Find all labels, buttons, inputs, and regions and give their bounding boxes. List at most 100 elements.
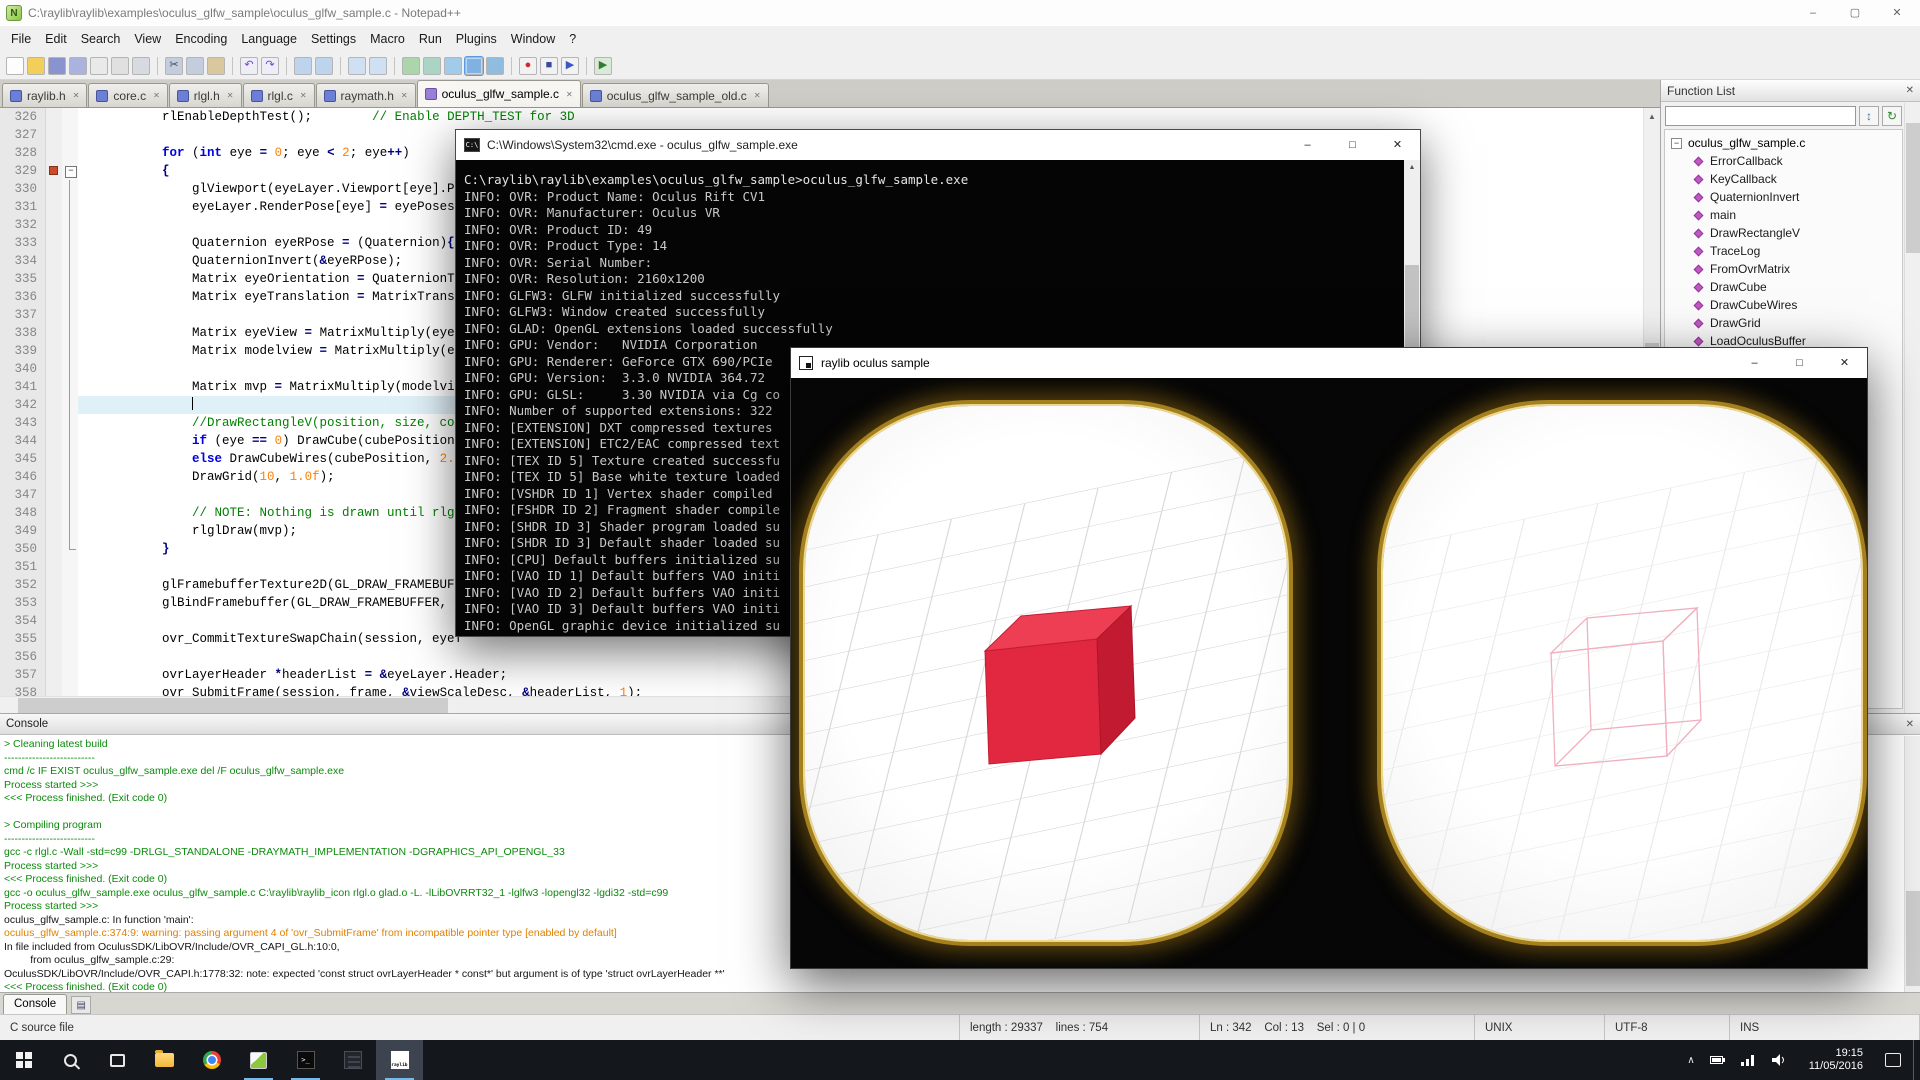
fold-margin[interactable] xyxy=(62,630,78,648)
taskbar-clock[interactable]: 19:15 11/05/2016 xyxy=(1799,1040,1873,1080)
zoom-in-icon[interactable] xyxy=(348,57,366,75)
bookmark-margin[interactable] xyxy=(46,414,62,432)
tray-expand-icon[interactable]: ∧ xyxy=(1687,1055,1694,1066)
menu-run[interactable]: Run xyxy=(412,28,449,50)
menu-file[interactable]: File xyxy=(4,28,38,50)
bookmark-margin[interactable] xyxy=(46,180,62,198)
new-file-icon[interactable] xyxy=(6,57,24,75)
bookmark-margin[interactable] xyxy=(46,468,62,486)
function-list-close-icon[interactable]: ✕ xyxy=(1906,85,1914,96)
bookmark-margin[interactable] xyxy=(46,360,62,378)
fold-margin[interactable] xyxy=(62,612,78,630)
network-icon[interactable] xyxy=(1741,1054,1757,1066)
bookmark-margin[interactable] xyxy=(46,396,62,414)
fold-margin[interactable] xyxy=(62,414,78,432)
tab-raymath.h[interactable]: raymath.h✕ xyxy=(316,83,416,107)
menu-macro[interactable]: Macro xyxy=(363,28,412,50)
bookmark-margin[interactable] xyxy=(46,504,62,522)
print-icon[interactable] xyxy=(132,57,150,75)
fold-margin[interactable] xyxy=(62,252,78,270)
bookmark-margin[interactable] xyxy=(46,558,62,576)
bookmark-margin[interactable] xyxy=(46,612,62,630)
task-view-button[interactable] xyxy=(94,1040,141,1080)
status-insert-mode[interactable]: INS xyxy=(1730,1015,1920,1040)
tab-close-icon[interactable]: ✕ xyxy=(300,91,307,100)
tab-rlgl.c[interactable]: rlgl.c✕ xyxy=(243,83,315,107)
cmd-maximize-button[interactable]: □ xyxy=(1330,130,1375,160)
bookmark-margin[interactable] xyxy=(46,432,62,450)
raylib-close-button[interactable]: ✕ xyxy=(1822,348,1867,378)
stop-macro-icon[interactable]: ■ xyxy=(540,57,558,75)
record-macro-icon[interactable]: ● xyxy=(519,57,537,75)
tab-core.c[interactable]: core.c✕ xyxy=(88,83,167,107)
bookmark-margin[interactable] xyxy=(46,594,62,612)
fold-margin[interactable] xyxy=(62,108,78,126)
bookmark-margin[interactable] xyxy=(46,630,62,648)
chrome-icon[interactable] xyxy=(188,1040,235,1080)
collapse-icon[interactable]: − xyxy=(1671,138,1682,149)
fold-margin[interactable] xyxy=(62,126,78,144)
zoom-out-icon[interactable] xyxy=(369,57,387,75)
paste-icon[interactable] xyxy=(207,57,225,75)
maximize-button[interactable]: ▢ xyxy=(1834,0,1876,26)
menu-plugins[interactable]: Plugins xyxy=(449,28,504,50)
fold-margin[interactable] xyxy=(62,162,78,180)
function-list-item[interactable]: FromOvrMatrix xyxy=(1665,260,1902,278)
function-list-item[interactable]: main xyxy=(1665,206,1902,224)
menu-view[interactable]: View xyxy=(127,28,168,50)
bookmark-margin[interactable] xyxy=(46,288,62,306)
function-list-item[interactable]: DrawRectangleV xyxy=(1665,224,1902,242)
battery-icon[interactable] xyxy=(1710,1055,1726,1065)
bookmark-margin[interactable] xyxy=(46,126,62,144)
fold-margin[interactable] xyxy=(62,360,78,378)
save-all-icon[interactable] xyxy=(69,57,87,75)
close-button[interactable]: ✕ xyxy=(1876,0,1918,26)
bookmark-margin[interactable] xyxy=(46,198,62,216)
bookmark-margin[interactable] xyxy=(46,666,62,684)
fold-margin[interactable] xyxy=(62,396,78,414)
cut-icon[interactable]: ✂ xyxy=(165,57,183,75)
notepadpp-titlebar[interactable]: N C:\raylib\raylib\examples\oculus_glfw_… xyxy=(0,0,1920,26)
cmd-titlebar[interactable]: C:\ C:\Windows\System32\cmd.exe - oculus… xyxy=(456,130,1420,160)
pinned-app-icon[interactable] xyxy=(329,1040,376,1080)
tab-rlgl.h[interactable]: rlgl.h✕ xyxy=(169,83,242,107)
function-list-item[interactable]: DrawCube xyxy=(1665,278,1902,296)
play-macro-icon[interactable]: ▶ xyxy=(561,57,579,75)
tab-oculus_glfw_sample_old.c[interactable]: oculus_glfw_sample_old.c✕ xyxy=(582,83,769,107)
fold-margin[interactable] xyxy=(62,432,78,450)
bookmark-margin[interactable] xyxy=(46,270,62,288)
fold-margin[interactable] xyxy=(62,198,78,216)
tab-close-icon[interactable]: ✕ xyxy=(566,90,573,99)
bookmark-margin[interactable] xyxy=(46,486,62,504)
menu-window[interactable]: Window xyxy=(504,28,562,50)
function-list-item[interactable]: DrawCubeWires xyxy=(1665,296,1902,314)
file-explorer-icon[interactable] xyxy=(141,1040,188,1080)
menu-language[interactable]: Language xyxy=(234,28,304,50)
bookmark-margin[interactable] xyxy=(46,162,62,180)
fold-margin[interactable] xyxy=(62,594,78,612)
fold-margin[interactable] xyxy=(62,306,78,324)
raylib-taskbar-icon[interactable]: raylib xyxy=(376,1040,423,1080)
status-encoding[interactable]: UTF-8 xyxy=(1605,1015,1730,1040)
fold-margin[interactable] xyxy=(62,486,78,504)
reload-icon[interactable]: ↻ xyxy=(1882,106,1902,126)
raylib-titlebar[interactable]: raylib oculus sample – □ ✕ xyxy=(791,348,1867,378)
close-all-icon[interactable] xyxy=(111,57,129,75)
minimize-button[interactable]: – xyxy=(1792,0,1834,26)
fold-margin[interactable] xyxy=(62,216,78,234)
function-list-item[interactable]: KeyCallback xyxy=(1665,170,1902,188)
console-secondary-icon[interactable]: ▤ xyxy=(71,996,91,1014)
bookmark-margin[interactable] xyxy=(46,540,62,558)
bookmark-margin[interactable] xyxy=(46,216,62,234)
raylib-maximize-button[interactable]: □ xyxy=(1777,348,1822,378)
cmd-scroll-up-icon[interactable]: ▲ xyxy=(1404,160,1420,175)
bookmark-margin[interactable] xyxy=(46,684,62,696)
fold-margin[interactable] xyxy=(62,468,78,486)
tab-close-icon[interactable]: ✕ xyxy=(401,91,408,100)
doc-map-icon[interactable] xyxy=(486,57,504,75)
fold-margin[interactable] xyxy=(62,684,78,696)
cmd-close-button[interactable]: ✕ xyxy=(1375,130,1420,160)
indent-guide-icon[interactable] xyxy=(444,57,462,75)
action-center-button[interactable] xyxy=(1873,1040,1913,1080)
tab-close-icon[interactable]: ✕ xyxy=(754,91,761,100)
